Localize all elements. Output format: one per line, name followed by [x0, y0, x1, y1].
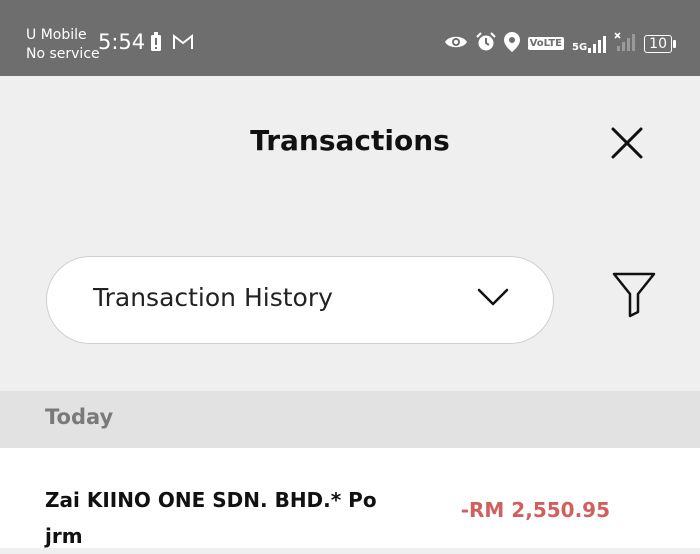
signal-no-service-icon — [614, 32, 636, 55]
eye-icon — [444, 33, 468, 54]
close-icon — [611, 127, 643, 159]
dropdown-selected-value: Transaction History — [93, 283, 333, 312]
status-time: 5:54 — [98, 30, 146, 54]
gmail-icon — [172, 33, 194, 55]
chevron-down-icon — [477, 288, 509, 306]
transaction-amount: -RM 2,550.95 — [460, 498, 610, 522]
transaction-row[interactable]: Zai KIINO ONE SDN. BHD.* Po jrm -RM 2,55… — [0, 448, 700, 548]
volte-icon: VoLTE — [527, 37, 564, 50]
alarm-icon — [475, 32, 496, 55]
filter-button[interactable] — [610, 270, 658, 320]
signal-5g-icon: 5G — [572, 35, 607, 53]
battery-icon: 10 — [644, 34, 676, 53]
system-icons: VoLTE 5G 10 — [444, 32, 676, 55]
page-header: Transactions — [0, 76, 700, 210]
page-title: Transactions — [250, 124, 450, 157]
carrier-name: U Mobile — [26, 27, 87, 43]
transaction-merchant: Zai KIINO ONE SDN. BHD.* Po jrm — [45, 488, 377, 548]
notification-icons — [150, 32, 194, 56]
status-bar: U Mobile No service 5:54 VoLTE 5G 10 — [0, 0, 700, 76]
battery-saver-icon — [150, 32, 162, 56]
transaction-type-dropdown[interactable]: Transaction History — [46, 256, 554, 344]
location-icon — [503, 32, 520, 55]
date-section-header: Today — [0, 391, 700, 448]
filter-icon — [612, 272, 656, 318]
section-label: Today — [45, 405, 114, 429]
close-button[interactable] — [607, 123, 647, 163]
carrier-info: U Mobile No service — [26, 26, 100, 64]
carrier-service: No service — [26, 46, 100, 62]
battery-level: 10 — [649, 35, 667, 52]
network-type-label: 5G — [572, 41, 588, 53]
